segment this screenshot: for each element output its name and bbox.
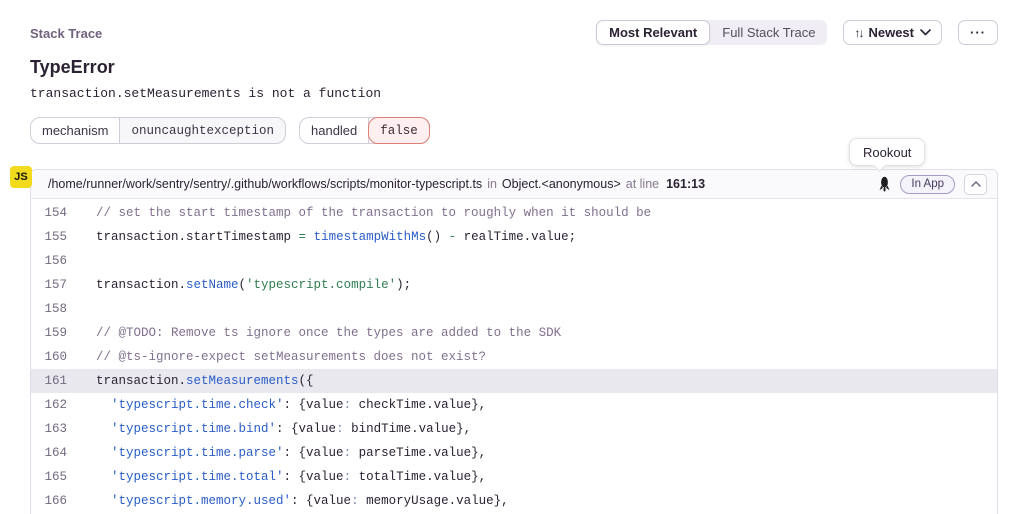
code-line-158: 158 [31, 297, 997, 321]
code-line-159: 159// @TODO: Remove ts ignore once the t… [31, 321, 997, 345]
toggle-most-relevant[interactable]: Most Relevant [596, 20, 710, 45]
code-line-164: 164 'typescript.time.parse': {value: par… [31, 441, 997, 465]
code-text: 'typescript.time.parse': {value: parseTi… [79, 446, 486, 460]
error-message: transaction.setMeasurements is not a fun… [30, 86, 381, 101]
line-number: 162 [31, 398, 79, 412]
line-number: 159 [31, 326, 79, 340]
tag-key: handled [300, 118, 369, 143]
line-number: 165 [31, 470, 79, 484]
code-line-165: 165 'typescript.time.total': {value: tot… [31, 465, 997, 489]
frame-function: Object.<anonymous> [502, 177, 621, 191]
code-text: transaction.setName('typescript.compile'… [79, 278, 411, 292]
frame-header-actions: In App [878, 174, 987, 195]
code-text: 'typescript.time.bind': {value: bindTime… [79, 422, 471, 436]
line-number: 166 [31, 494, 79, 508]
line-number: 157 [31, 278, 79, 292]
stack-trace-controls: Most Relevant Full Stack Trace ↑↓ Newest… [596, 20, 998, 45]
line-number: 160 [31, 350, 79, 364]
line-number: 161 [31, 374, 79, 388]
tag-value: onuncaughtexception [120, 118, 285, 143]
line-number: 164 [31, 446, 79, 460]
frame-line-number: 161:13 [666, 177, 705, 191]
code-line-162: 162 'typescript.time.check': {value: che… [31, 393, 997, 417]
section-title: Stack Trace [30, 26, 102, 41]
frame-at-line-word: at line [626, 177, 659, 191]
stack-trace-panel: Stack Trace Most Relevant Full Stack Tra… [0, 0, 1026, 514]
in-app-badge[interactable]: In App [900, 175, 955, 194]
code-text: transaction.startTimestamp = timestampWi… [79, 230, 576, 244]
frame-in-word: in [487, 177, 497, 191]
tag-value-error: false [368, 117, 430, 144]
code-line-161: 161transaction.setMeasurements({ [31, 369, 997, 393]
tag-list: mechanism onuncaughtexception handled fa… [30, 117, 430, 144]
frame-header[interactable]: /home/runner/work/sentry/sentry/.github/… [31, 170, 997, 199]
chevron-up-icon [971, 181, 981, 187]
more-options-button[interactable]: ··· [958, 20, 998, 45]
code-text: 'typescript.time.total': {value: totalTi… [79, 470, 486, 484]
code-text: // @ts-ignore-expect setMeasurements doe… [79, 350, 486, 364]
frame-file-path: /home/runner/work/sentry/sentry/.github/… [48, 177, 482, 191]
stack-frame: /home/runner/work/sentry/sentry/.github/… [30, 169, 998, 514]
ellipsis-icon: ··· [970, 25, 986, 40]
code-line-166: 166 'typescript.memory.used': {value: me… [31, 489, 997, 513]
line-number: 156 [31, 254, 79, 268]
code-text: // set the start timestamp of the transa… [79, 206, 651, 220]
code-line-156: 156 [31, 249, 997, 273]
sort-newest-button[interactable]: ↑↓ Newest [843, 20, 942, 45]
code-line-154: 154// set the start timestamp of the tra… [31, 201, 997, 225]
tag-mechanism[interactable]: mechanism onuncaughtexception [30, 117, 286, 144]
error-type-title: TypeError [30, 57, 115, 78]
tooltip-label: Rookout [863, 145, 911, 160]
code-line-155: 155transaction.startTimestamp = timestam… [31, 225, 997, 249]
toggle-full-stack-trace[interactable]: Full Stack Trace [710, 20, 827, 45]
code-text: // @TODO: Remove ts ignore once the type… [79, 326, 561, 340]
code-line-163: 163 'typescript.time.bind': {value: bind… [31, 417, 997, 441]
code-lines: 154// set the start timestamp of the tra… [31, 199, 997, 513]
line-number: 154 [31, 206, 79, 220]
line-number: 163 [31, 422, 79, 436]
view-toggle: Most Relevant Full Stack Trace [596, 20, 827, 45]
sort-arrows-icon: ↑↓ [854, 26, 862, 40]
code-text: transaction.setMeasurements({ [79, 374, 314, 388]
code-text: 'typescript.time.check': {value: checkTi… [79, 398, 486, 412]
code-text: 'typescript.memory.used': {value: memory… [79, 494, 509, 508]
line-number: 155 [31, 230, 79, 244]
chevron-down-icon [920, 29, 931, 36]
rookout-icon[interactable] [878, 176, 891, 193]
collapse-frame-button[interactable] [964, 174, 987, 195]
platform-js-badge: JS [10, 166, 32, 188]
tag-handled[interactable]: handled false [299, 117, 430, 144]
rookout-tooltip: Rookout [849, 138, 925, 166]
tag-key: mechanism [31, 118, 120, 143]
code-line-160: 160// @ts-ignore-expect setMeasurements … [31, 345, 997, 369]
line-number: 158 [31, 302, 79, 316]
code-line-157: 157transaction.setName('typescript.compi… [31, 273, 997, 297]
sort-label: Newest [868, 25, 914, 40]
